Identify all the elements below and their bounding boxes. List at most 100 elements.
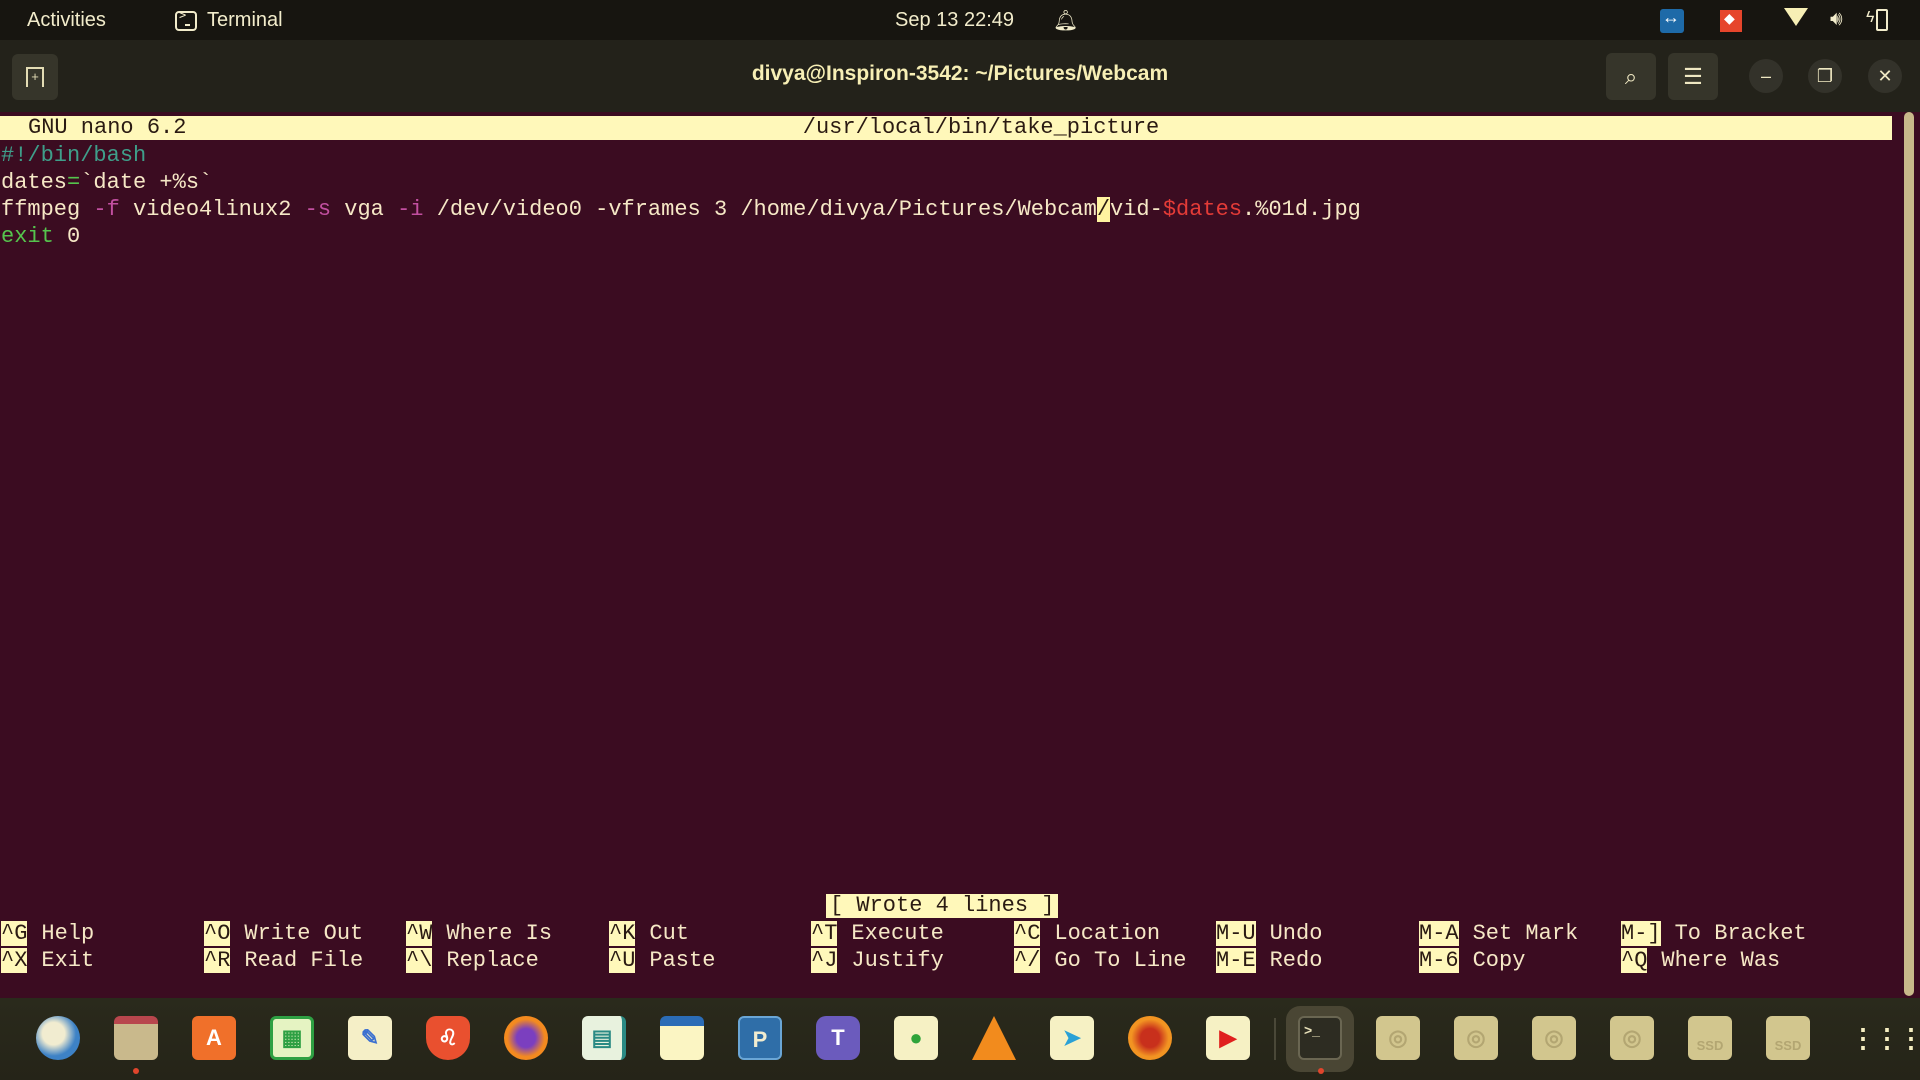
restore-button[interactable]: ❐ <box>1808 59 1842 93</box>
minimize-icon: – <box>1760 66 1771 86</box>
hamburger-icon: ☰ <box>1683 64 1703 89</box>
volume-icon[interactable]: 🔊︎ <box>1830 8 1843 32</box>
disk-icon[interactable]: ◎ <box>1532 1016 1576 1060</box>
battery-icon[interactable] <box>1866 9 1888 31</box>
show-apps-button[interactable]: ⋮⋮⋮ <box>1850 1016 1920 1060</box>
shortcut-redo[interactable]: M-E Redo <box>1216 947 1322 974</box>
shortcut-location[interactable]: ^C Location <box>1014 920 1160 947</box>
ssd-icon[interactable]: SSD <box>1688 1016 1732 1060</box>
brave-icon[interactable]: ♌︎ <box>426 1016 470 1060</box>
shortcut-read-file[interactable]: ^R Read File <box>204 947 363 974</box>
p-glyph: P <box>752 1027 768 1052</box>
wifi-icon[interactable] <box>1784 8 1808 26</box>
code-token: /dev/video0 -vframes 3 /home/divya/Pictu… <box>423 197 1097 222</box>
shortcut-cut[interactable]: ^K Cut <box>609 920 689 947</box>
files-icon[interactable] <box>114 1016 158 1060</box>
anydesk-icon[interactable] <box>1720 10 1742 32</box>
shortcut-where-was[interactable]: ^Q Where Was <box>1621 947 1780 974</box>
shortcut-label: Help <box>41 921 95 946</box>
shortcut-key: M-] <box>1621 921 1661 946</box>
disk-glyph: ◎ <box>1466 1025 1486 1050</box>
shortcut-execute[interactable]: ^T Execute <box>811 920 944 947</box>
app-menu[interactable]: Terminal <box>175 8 283 32</box>
minimize-button[interactable]: – <box>1749 59 1783 93</box>
shortcut-label: Write Out <box>244 921 364 946</box>
ssd-icon[interactable]: SSD <box>1766 1016 1810 1060</box>
code-line: dates=`date +%s` <box>1 169 1361 196</box>
notes-icon[interactable] <box>660 1016 704 1060</box>
terminal-dock-icon[interactable]: >_ <box>1298 1016 1342 1060</box>
code-token: -i <box>397 197 424 222</box>
app-name: Terminal <box>207 9 283 31</box>
close-button[interactable]: ✕ <box>1868 59 1902 93</box>
shortcut-where-is[interactable]: ^W Where Is <box>406 920 552 947</box>
close-icon: ✕ <box>1877 66 1893 86</box>
shortcut-label: Redo <box>1269 948 1323 973</box>
terminal-scrollbar[interactable] <box>1904 112 1914 996</box>
teamviewer-icon[interactable] <box>1660 7 1684 33</box>
xnview-icon[interactable] <box>1128 1016 1172 1060</box>
code-token: exit <box>1 224 54 249</box>
editor-buffer[interactable]: #!/bin/bash dates=`date +%s` ffmpeg -f vid… <box>1 142 1361 250</box>
code-token: 0 <box>53 224 81 249</box>
shortcut-help[interactable]: ^G Help <box>1 920 94 947</box>
restore-icon: ❐ <box>1816 66 1834 86</box>
impress-icon[interactable]: ▤ <box>582 1016 626 1060</box>
search-button[interactable]: ⌕ <box>1606 53 1656 100</box>
shortcut-label: Justify <box>851 948 944 973</box>
telegram-icon[interactable]: ➤ <box>1050 1016 1094 1060</box>
evernote-icon[interactable]: ● <box>894 1016 938 1060</box>
firefox-icon[interactable] <box>504 1016 548 1060</box>
t-glyph: T <box>831 1025 845 1050</box>
shortcut-key: ^X <box>1 948 28 973</box>
disk-icon[interactable]: ◎ <box>1454 1016 1498 1060</box>
menu-button[interactable]: ☰ <box>1668 53 1718 100</box>
shortcut-label: Where Is <box>446 921 553 946</box>
code-line: ffmpeg -f video4linux2 -s vga -i /dev/vi… <box>1 196 1361 223</box>
disk-icon[interactable]: ◎ <box>1610 1016 1654 1060</box>
software-center-icon[interactable]: A <box>192 1016 236 1060</box>
code-token: -f <box>93 197 120 222</box>
shortcut-exit[interactable]: ^X Exit <box>1 947 94 974</box>
shortcut-copy[interactable]: M-6 Copy <box>1419 947 1525 974</box>
code-token: vga <box>331 197 398 222</box>
shortcut-replace[interactable]: ^\ Replace <box>406 947 539 974</box>
remote-desktop-icon[interactable]: P <box>738 1016 782 1060</box>
shortcut-key: M-E <box>1216 948 1256 973</box>
shortcut-justify[interactable]: ^J Justify <box>811 947 944 974</box>
nano-editor[interactable]: GNU nano 6.2 /usr/local/bin/take_picture… <box>0 112 1900 998</box>
teams-icon[interactable]: T <box>816 1016 860 1060</box>
disk-icon[interactable]: ◎ <box>1376 1016 1420 1060</box>
code-token: -s <box>304 197 332 222</box>
shortcut-to-bracket[interactable]: M-] To Bracket <box>1621 920 1807 947</box>
code-line: #!/bin/bash <box>1 142 1361 169</box>
shortcut-write-out[interactable]: ^O Write Out <box>204 920 363 947</box>
thunderbird-icon[interactable] <box>36 1016 80 1060</box>
shortcut-key: M-U <box>1216 921 1256 946</box>
dock: A ▦ ✎ ♌︎ ▤ P T ● ➤ ▶ >_ ◎ ◎ ◎ ◎ SSD SSD … <box>0 998 1920 1080</box>
calc-icon[interactable]: ▦ <box>270 1016 314 1060</box>
notification-bell-icon[interactable]: 🔔︎ <box>1053 8 1078 33</box>
shortcut-key: M-A <box>1419 921 1459 946</box>
shortcut-label: Read File <box>244 948 364 973</box>
clock[interactable]: Sep 13 22:49 <box>895 9 1014 32</box>
activities-button[interactable]: Activities <box>27 9 106 32</box>
shortcut-label: Copy <box>1472 948 1526 973</box>
shortcut-undo[interactable]: M-U Undo <box>1216 920 1322 947</box>
vlc-icon[interactable] <box>972 1016 1016 1060</box>
shortcut-label: Paste <box>649 948 716 973</box>
shortcut-key: ^Q <box>1621 948 1648 973</box>
dock-separator <box>1274 1018 1276 1060</box>
disk-glyph: ◎ <box>1622 1025 1642 1050</box>
shortcut-go-to-line[interactable]: ^/ Go To Line <box>1014 947 1186 974</box>
top-bar: Activities Terminal Sep 13 22:49 🔔︎ 🔊︎ <box>0 0 1920 40</box>
youtube-icon[interactable]: ▶ <box>1206 1016 1250 1060</box>
text-cursor: / <box>1096 197 1111 222</box>
search-icon: ⌕ <box>1624 64 1638 89</box>
shortcut-label: Cut <box>649 921 690 946</box>
text-editor-icon[interactable]: ✎ <box>348 1016 392 1060</box>
shortcut-key: ^J <box>811 948 838 973</box>
disk-glyph: ◎ <box>1544 1025 1564 1050</box>
shortcut-paste[interactable]: ^U Paste <box>609 947 715 974</box>
shortcut-set-mark[interactable]: M-A Set Mark <box>1419 920 1578 947</box>
